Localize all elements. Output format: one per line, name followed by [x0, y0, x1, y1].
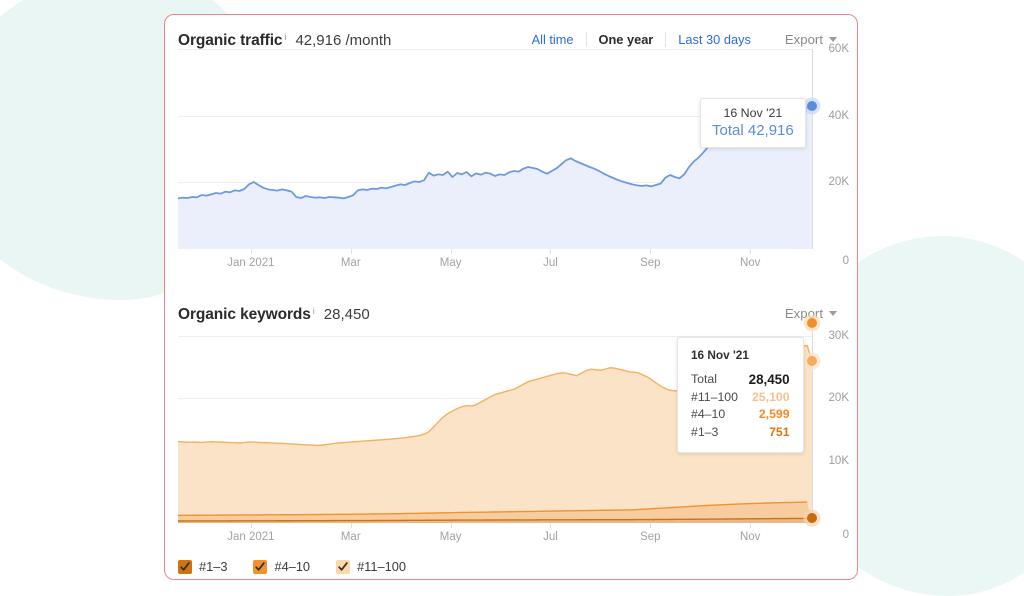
organic-keywords-header: Organic keywords i 28,450 Export	[165, 289, 857, 323]
traffic-tooltip: 16 Nov '21 Total 42,916	[700, 97, 806, 148]
page-title: Organic traffic	[178, 32, 283, 49]
traffic-plot-area: 0 20K 40K 60K 16 Nov '21 Total 42,916	[165, 43, 857, 267]
organic-keywords-chart: 0 10K 20K 30K 16 Nov '21 Total 28,450 #11–100 25…	[165, 314, 857, 549]
chevron-down-icon	[829, 311, 837, 316]
metrics-card: Organic traffic i 42,916 /month All time…	[164, 14, 858, 580]
organic-keywords-metric: 28,450	[323, 306, 370, 323]
tooltip-date: 16 Nov '21	[691, 348, 749, 362]
x-axis-tick	[450, 523, 452, 528]
tooltip-row-label: #1–3	[691, 424, 719, 439]
x-axis-tick-label: Nov	[739, 257, 761, 269]
series-svg	[177, 105, 813, 249]
x-axis-tick-label: Sep	[640, 531, 661, 543]
checkbox-icon[interactable]	[178, 559, 192, 574]
x-axis-tick	[450, 249, 452, 254]
data-point-marker[interactable]	[807, 356, 817, 367]
tooltip-row-value: 28,450	[748, 372, 790, 387]
legend-item-label: #4–10	[274, 559, 311, 574]
tooltip-total: Total 42,916	[712, 121, 794, 139]
x-axis-tick	[750, 523, 752, 528]
x-axis-tick	[650, 523, 652, 528]
x-axis-tick-label: Sep	[640, 257, 661, 269]
info-icon[interactable]: i	[284, 32, 286, 42]
checkbox-icon[interactable]	[336, 559, 351, 574]
tooltip-row: #11–100 25,100	[691, 389, 790, 407]
keywords-x-axis: Jan 2021 Mar May Jul Sep Nov	[165, 523, 857, 549]
organic-traffic-chart: 0 20K 40K 60K 16 Nov '21 Total 42,916 Jan 202…	[165, 43, 857, 275]
x-axis-tick-label: May	[439, 531, 462, 543]
organic-keywords-title: Organic keywords	[178, 306, 311, 323]
data-point-marker[interactable]	[807, 100, 817, 111]
x-axis-tick	[250, 523, 252, 528]
checkbox-icon[interactable]	[253, 559, 268, 574]
x-axis-tick	[550, 523, 552, 528]
x-axis-tick	[650, 249, 652, 254]
range-all-time[interactable]: All time	[520, 32, 586, 47]
x-axis-tick	[350, 523, 352, 528]
organic-traffic-panel: Organic traffic i 42,916 /month All time…	[165, 15, 857, 275]
x-axis-tick	[750, 249, 752, 254]
tooltip-row-value: 25,100	[751, 389, 790, 404]
info-icon[interactable]: i	[313, 306, 315, 316]
keywords-plot-area: 0 10K 20K 30K 16 Nov '21 Total 28,450 #11–100 25…	[165, 314, 857, 541]
x-axis-tick-label: Mar	[340, 257, 361, 269]
keywords-legend: #1–3 #4–10 #11–100	[165, 549, 857, 574]
legend-item-label: #1–3	[199, 559, 228, 574]
data-point-marker[interactable]	[807, 318, 817, 328]
tooltip-row: #4–10 2,599	[691, 406, 790, 424]
x-axis-tick-label: May	[439, 257, 462, 269]
x-axis-tick-label: Nov	[739, 531, 761, 543]
legend-item-label: #11–100	[357, 559, 406, 574]
traffic-x-axis: Jan 2021 Mar May Jul Sep Nov	[165, 249, 857, 275]
x-axis-tick-label: Jan 2021	[227, 257, 275, 269]
legend-item-410[interactable]: #4–10	[253, 559, 310, 574]
keywords-tooltip: 16 Nov '21 Total 28,450 #11–100 25,100 #4–10 2…	[677, 337, 804, 453]
tooltip-row-label: #11–100	[691, 389, 738, 404]
x-axis-tick-label: Jul	[543, 531, 558, 543]
x-axis-tick	[250, 249, 252, 254]
x-axis-tick-label: Jan 2021	[227, 531, 275, 543]
legend-item-11100[interactable]: #11–100	[336, 559, 406, 574]
tooltip-row-value: 751	[769, 424, 790, 439]
tooltip-row: Total 28,450	[691, 371, 790, 389]
organic-traffic-header: Organic traffic i 42,916 /month All time…	[165, 15, 857, 49]
cursor-vertical-line	[812, 49, 813, 249]
organic-keywords-panel: Organic keywords i 28,450 Export 0 10K 20K…	[165, 289, 857, 574]
legend-item-13[interactable]: #1–3	[178, 559, 227, 574]
tooltip-row: #1–3 751	[691, 424, 790, 442]
x-axis-tick	[550, 249, 552, 254]
x-axis-tick-label: Mar	[340, 531, 361, 543]
chevron-down-icon	[829, 37, 837, 42]
data-point-marker[interactable]	[807, 513, 817, 524]
x-axis-tick	[350, 249, 352, 254]
tooltip-row-value: 2,599	[758, 407, 790, 421]
x-axis-tick-label: Jul	[543, 257, 558, 269]
range-last-30-days[interactable]: Last 30 days	[666, 32, 763, 47]
tooltip-row-label: #4–10	[691, 407, 726, 421]
range-one-year[interactable]: One year	[587, 32, 666, 47]
organic-traffic-metric: 42,916 /month	[295, 32, 392, 49]
tooltip-row-label: Total	[691, 372, 717, 386]
time-range-selector: All time One year Last 30 days	[520, 32, 763, 47]
tooltip-date: 16 Nov '21	[723, 105, 783, 120]
